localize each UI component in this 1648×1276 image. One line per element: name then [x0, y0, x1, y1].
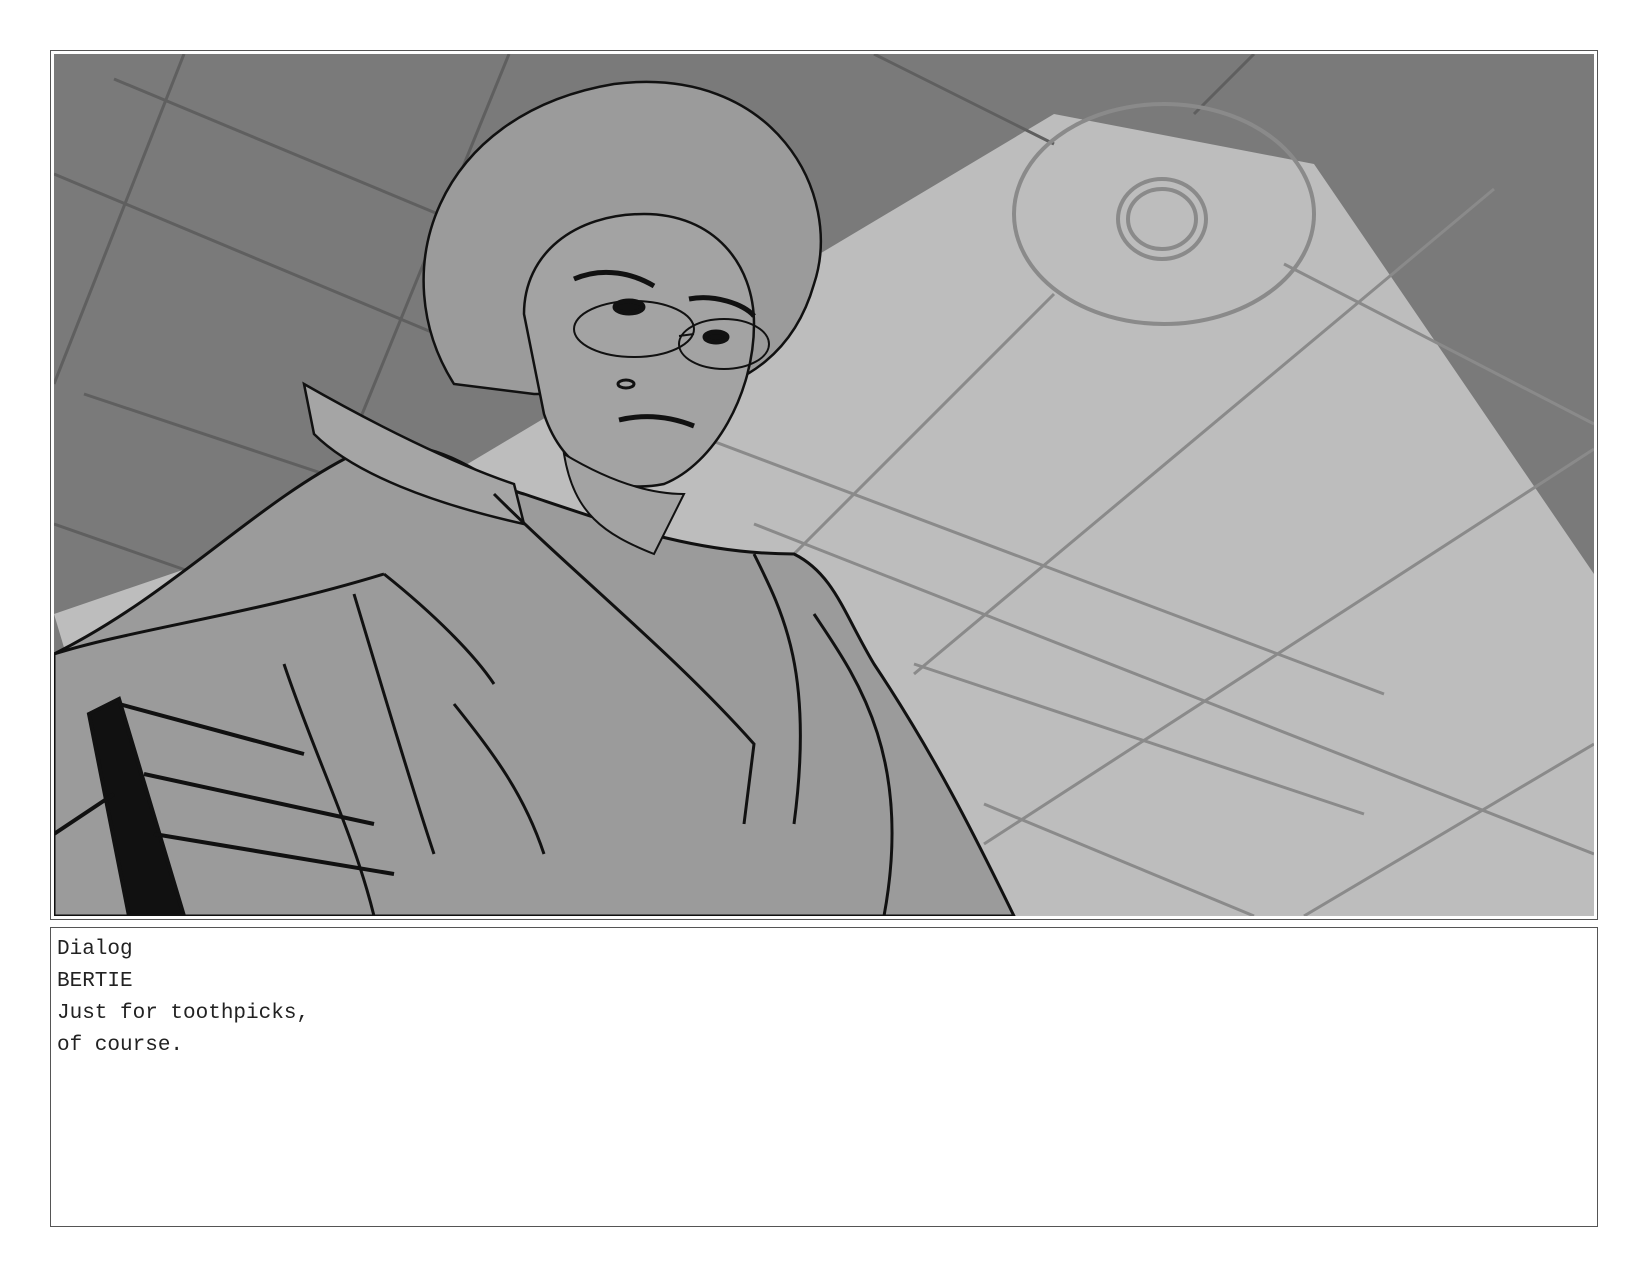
sketch-illustration	[54, 54, 1594, 916]
dialog-line: of course.	[57, 1034, 184, 1057]
dialog-section-label: Dialog	[57, 938, 133, 961]
storyboard-panel-frame	[50, 50, 1598, 920]
dialog-character-name: BERTIE	[57, 970, 133, 993]
dialog-line: Just for toothpicks,	[57, 1002, 310, 1025]
dialog-notes-box: Dialog BERTIE Just for toothpicks, of co…	[50, 927, 1598, 1227]
storyboard-panel-image	[54, 54, 1594, 916]
